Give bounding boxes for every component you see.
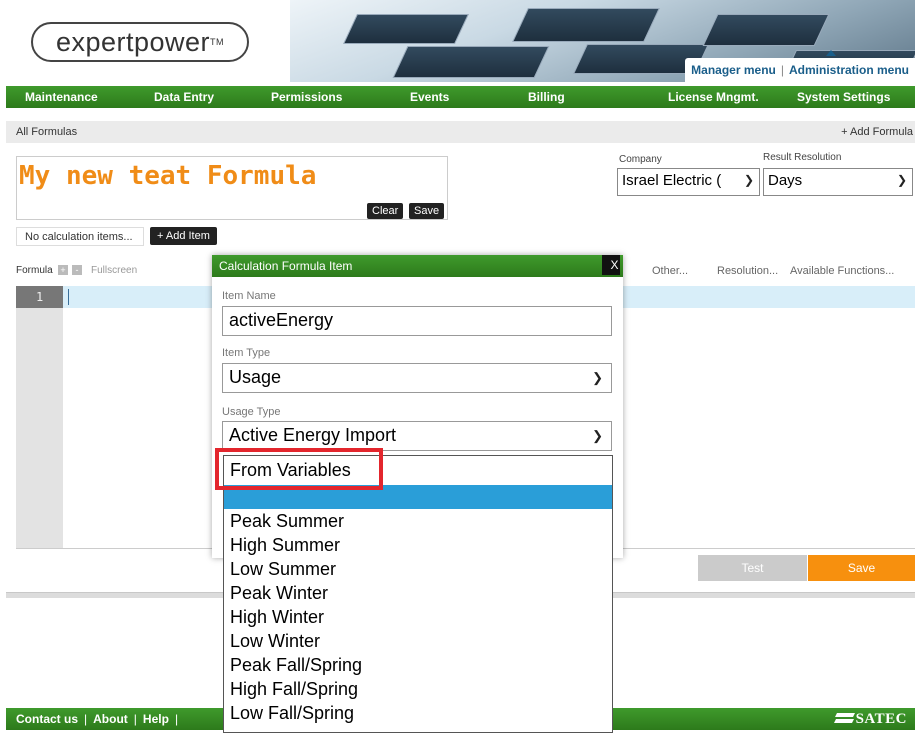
usage-type-value: Active Energy Import bbox=[229, 425, 397, 445]
usage-type-select[interactable]: Active Energy Import ❯ bbox=[222, 421, 612, 451]
nav-events[interactable]: Events bbox=[410, 90, 449, 104]
company-select[interactable]: Israel Electric ( ❯ bbox=[617, 168, 760, 196]
save-title-button[interactable]: Save bbox=[409, 203, 445, 219]
satec-mark-icon bbox=[833, 713, 855, 723]
company-select-value: Israel Electric ( bbox=[622, 172, 722, 189]
resolution-link[interactable]: Resolution... bbox=[717, 265, 778, 277]
minus-icon[interactable]: - bbox=[72, 265, 82, 275]
item-type-value: Usage bbox=[229, 367, 282, 387]
item-name-value: activeEnergy bbox=[229, 310, 334, 330]
option-peak-summer[interactable]: Peak Summer bbox=[224, 509, 612, 533]
satec-logo-text: SATEC bbox=[855, 711, 907, 727]
other-link[interactable]: Other... bbox=[652, 265, 688, 277]
formula-title[interactable]: My new teat Formula bbox=[19, 161, 316, 191]
logo-trademark: TM bbox=[210, 37, 225, 47]
about-link[interactable]: About bbox=[93, 712, 128, 726]
text-cursor bbox=[68, 289, 69, 305]
footer-separator: | bbox=[133, 712, 137, 726]
close-button[interactable]: X bbox=[602, 255, 620, 275]
chevron-down-icon: ❯ bbox=[592, 370, 603, 385]
menu-separator: | bbox=[780, 63, 784, 77]
option-low-fall-spring[interactable]: Low Fall/Spring bbox=[224, 701, 612, 725]
chevron-down-icon: ❯ bbox=[592, 428, 603, 443]
usage-type-options: From Variables Peak Summer High Summer L… bbox=[223, 455, 613, 733]
logo-text: expertpower bbox=[55, 26, 211, 57]
option-low-summer[interactable]: Low Summer bbox=[224, 557, 612, 581]
save-button[interactable]: Save bbox=[808, 555, 915, 581]
active-menu-caret-icon bbox=[826, 50, 836, 56]
option-low-winter[interactable]: Low Winter bbox=[224, 629, 612, 653]
main-nav: Maintenance Data Entry Permissions Event… bbox=[6, 86, 915, 108]
header: expertpower TM Manager menu | Administrat… bbox=[0, 0, 915, 82]
nav-data-entry[interactable]: Data Entry bbox=[154, 90, 214, 104]
add-item-button[interactable]: + Add Item bbox=[150, 227, 217, 245]
chevron-down-icon: ❯ bbox=[896, 173, 907, 187]
item-name-label: Item Name bbox=[222, 290, 276, 302]
chevron-down-icon: ❯ bbox=[743, 173, 754, 187]
footer-separator: | bbox=[84, 712, 88, 726]
nav-maintenance[interactable]: Maintenance bbox=[25, 90, 98, 104]
option-high-winter[interactable]: High Winter bbox=[224, 605, 612, 629]
editor-gutter: 1 bbox=[16, 286, 63, 548]
item-name-input[interactable]: activeEnergy bbox=[222, 306, 612, 336]
breadcrumb-all-formulas[interactable]: All Formulas bbox=[16, 126, 77, 138]
breadcrumb: All Formulas + Add Formula bbox=[6, 121, 915, 143]
item-type-label: Item Type bbox=[222, 347, 271, 359]
contact-us-link[interactable]: Contact us bbox=[16, 712, 78, 726]
menu-switcher: Manager menu | Administration menu bbox=[685, 58, 915, 82]
formula-label: Formula bbox=[16, 265, 53, 276]
nav-billing[interactable]: Billing bbox=[528, 90, 565, 104]
result-resolution-label: Result Resolution bbox=[763, 152, 842, 163]
result-resolution-value: Days bbox=[768, 172, 803, 189]
satec-logo: SATEC bbox=[833, 711, 907, 728]
plus-icon[interactable]: + bbox=[58, 265, 68, 275]
item-type-select[interactable]: Usage ❯ bbox=[222, 363, 612, 393]
company-label: Company bbox=[619, 154, 662, 165]
option-high-summer[interactable]: High Summer bbox=[224, 533, 612, 557]
nav-license-mngmt[interactable]: License Mngmt. bbox=[668, 90, 759, 104]
footer-links: Contact us | About | Help | bbox=[16, 712, 184, 726]
clear-button[interactable]: Clear bbox=[367, 203, 404, 219]
option-peak-fall-spring[interactable]: Peak Fall/Spring bbox=[224, 653, 612, 677]
available-functions-link[interactable]: Available Functions... bbox=[790, 265, 894, 277]
calculation-items-placeholder: No calculation items... bbox=[16, 227, 144, 246]
highlight-callout bbox=[215, 448, 383, 490]
help-link[interactable]: Help bbox=[143, 712, 169, 726]
test-button[interactable]: Test bbox=[698, 555, 807, 581]
option-peak-winter[interactable]: Peak Winter bbox=[224, 581, 612, 605]
line-number: 1 bbox=[16, 286, 63, 308]
fullscreen-link[interactable]: Fullscreen bbox=[91, 265, 137, 276]
usage-type-label: Usage Type bbox=[222, 406, 281, 418]
add-formula-link[interactable]: + Add Formula bbox=[841, 126, 913, 138]
expertpower-logo[interactable]: expertpower TM bbox=[31, 22, 249, 62]
manager-menu-link[interactable]: Manager menu bbox=[691, 63, 776, 77]
footer-separator: | bbox=[174, 712, 179, 726]
dialog-title-text: Calculation Formula Item bbox=[219, 259, 353, 273]
dialog-title: Calculation Formula Item X bbox=[212, 255, 623, 277]
nav-system-settings[interactable]: System Settings bbox=[797, 90, 890, 104]
result-resolution-select[interactable]: Days ❯ bbox=[763, 168, 913, 196]
option-high-fall-spring[interactable]: High Fall/Spring bbox=[224, 677, 612, 701]
nav-permissions[interactable]: Permissions bbox=[271, 90, 342, 104]
administration-menu-link[interactable]: Administration menu bbox=[789, 63, 909, 77]
